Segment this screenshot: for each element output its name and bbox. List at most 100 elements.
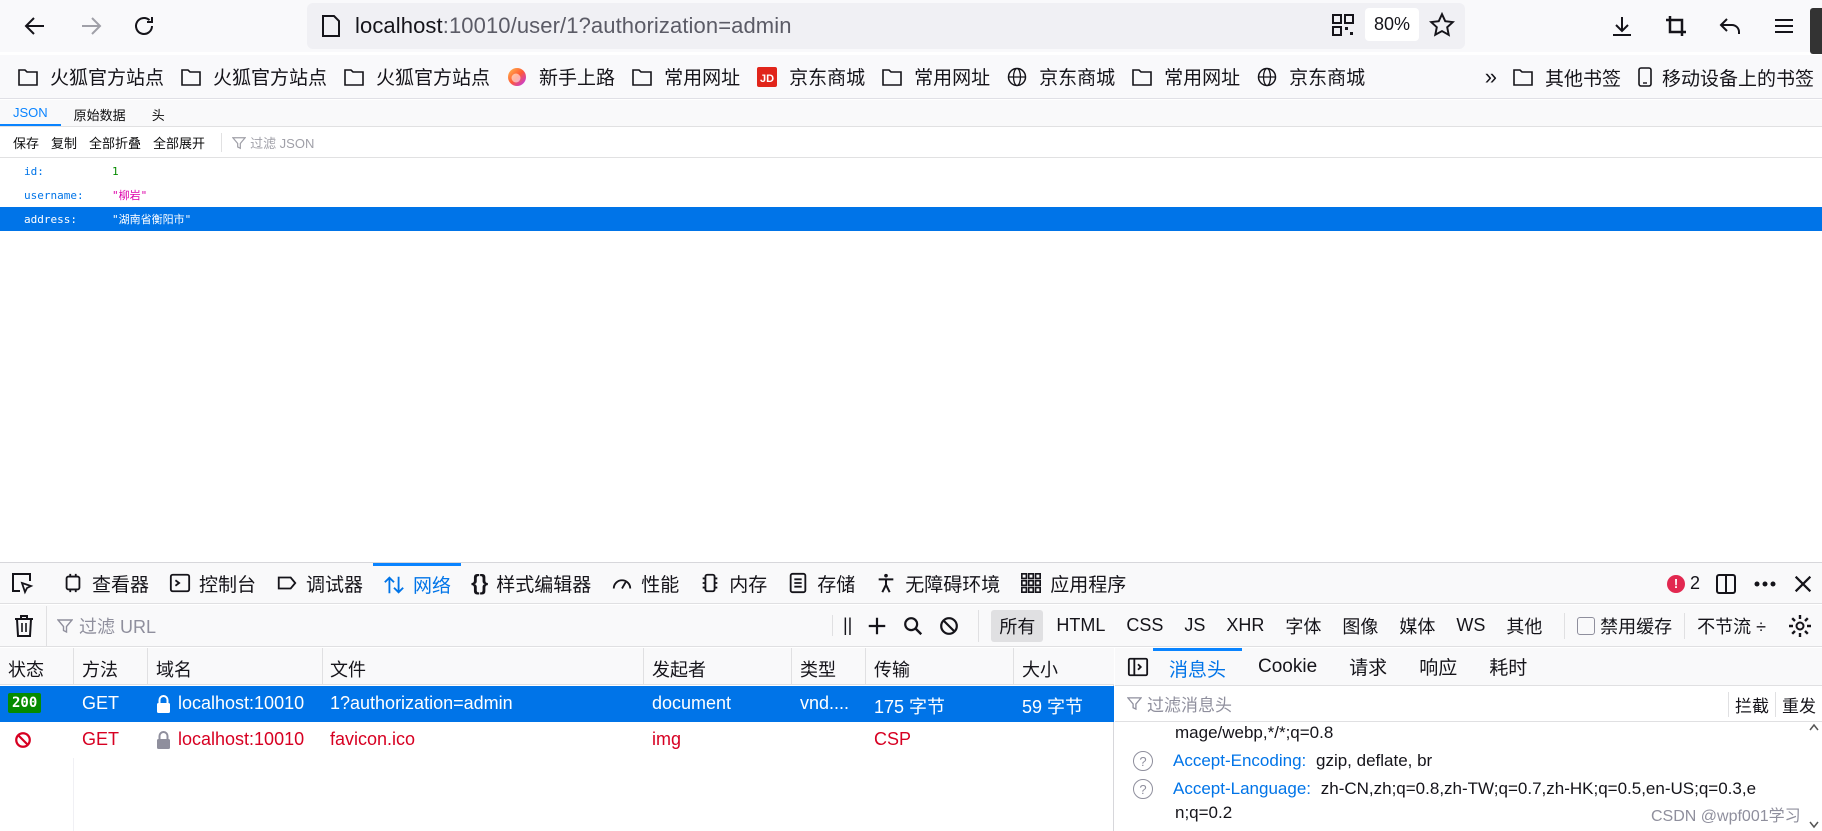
bookmark-item[interactable]: 京东商城 — [1257, 63, 1365, 90]
more-icon[interactable] — [1752, 572, 1778, 596]
toggle-panel-icon[interactable] — [1127, 656, 1149, 678]
element-picker-button[interactable] — [0, 563, 52, 604]
type-filter-button[interactable]: 其他 — [1498, 610, 1550, 642]
json-row-id[interactable]: id: 1 — [0, 159, 1822, 183]
tab-label: 内存 — [729, 574, 768, 596]
type-filter-button[interactable]: XHR — [1218, 612, 1272, 639]
json-row-address[interactable]: address: "湖南省衡阳市" — [0, 207, 1822, 231]
tab-response[interactable]: 响应 — [1403, 648, 1473, 686]
tab-style-editor[interactable]: {} 样式编辑器 — [461, 563, 601, 604]
tab-request[interactable]: 请求 — [1333, 648, 1403, 686]
bookmark-item[interactable]: 新手上路 — [507, 63, 615, 90]
pause-button[interactable]: || — [832, 615, 852, 636]
back-button[interactable] — [13, 4, 57, 48]
filter-icon — [232, 136, 247, 149]
type-filter-button[interactable]: 媒体 — [1391, 610, 1443, 642]
filter-url-input[interactable]: 过滤 URL — [46, 605, 816, 646]
bookmark-item[interactable]: 火狐官方站点 — [18, 63, 164, 90]
other-bookmarks[interactable]: 其他书签 — [1513, 64, 1621, 91]
tab-raw-data[interactable]: 原始数据 — [61, 100, 139, 126]
tab-application[interactable]: 应用程序 — [1010, 563, 1136, 604]
tab-accessibility[interactable]: 无障碍环境 — [865, 563, 1010, 604]
intercept-button[interactable]: 拦截 — [1728, 691, 1775, 717]
forward-button[interactable] — [69, 4, 113, 48]
type-filter-button[interactable]: 所有 — [991, 609, 1044, 642]
type-filter-button[interactable]: 图像 — [1334, 610, 1386, 642]
tab-timings[interactable]: 耗时 — [1473, 648, 1543, 686]
downloads-button[interactable] — [1600, 4, 1644, 48]
plus-icon[interactable] — [866, 615, 888, 637]
trash-icon[interactable] — [14, 614, 34, 638]
header-row[interactable]: Accept-Language: zh-CN,zh;q=0.8,zh-TW;q=… — [1173, 779, 1756, 799]
tab-json[interactable]: JSON — [0, 100, 61, 126]
menu-button[interactable] — [1762, 4, 1806, 48]
error-count-button[interactable]: ! 2 — [1666, 573, 1700, 594]
throttle-select[interactable]: 不节流 ÷ — [1684, 613, 1778, 639]
undo-button[interactable] — [1708, 4, 1752, 48]
table-row[interactable]: 200 GET localhost:10010 1?authorization=… — [0, 686, 1114, 722]
col-transferred[interactable]: 传输 — [874, 656, 910, 682]
tab-network[interactable]: 网络 — [373, 562, 462, 604]
col-type[interactable]: 类型 — [800, 656, 836, 682]
collapse-all-button[interactable]: 全部折叠 — [83, 133, 147, 152]
type-filter-button[interactable]: HTML — [1048, 612, 1113, 639]
disable-cache-checkbox[interactable]: 禁用缓存 — [1564, 613, 1684, 639]
tab-memory[interactable]: 内存 — [689, 563, 777, 604]
scrollbar[interactable] — [1808, 721, 1820, 831]
qr-code-icon[interactable] — [1331, 13, 1355, 37]
bookmark-item[interactable]: 常用网址 — [1132, 63, 1240, 90]
col-domain[interactable]: 域名 — [156, 656, 192, 682]
json-value: "柳岩" — [112, 189, 148, 202]
json-row-username[interactable]: username: "柳岩" — [0, 183, 1822, 207]
bookmark-item[interactable]: 常用网址 — [632, 63, 740, 90]
json-filter-input[interactable]: 过滤 JSON — [221, 133, 314, 152]
settings-gear-icon[interactable] — [1788, 614, 1812, 638]
mobile-bookmarks[interactable]: 移动设备上的书签 — [1638, 64, 1814, 91]
jd-icon: JD — [757, 66, 783, 87]
filter-headers-input[interactable]: 过滤消息头 拦截 重发 — [1115, 686, 1822, 722]
type-filter-button[interactable]: WS — [1448, 612, 1493, 639]
help-icon[interactable]: ? — [1133, 751, 1153, 771]
table-row[interactable]: GET localhost:10010 favicon.ico img CSP — [0, 722, 1114, 758]
type-filter-button[interactable]: CSS — [1118, 612, 1171, 639]
dock-icon[interactable] — [1714, 572, 1738, 596]
bookmark-item[interactable]: 常用网址 — [882, 63, 990, 90]
bookmark-item[interactable]: 火狐官方站点 — [181, 63, 327, 90]
zoom-level-button[interactable]: 80% — [1364, 8, 1419, 41]
help-icon[interactable]: ? — [1133, 779, 1153, 799]
copy-button[interactable]: 复制 — [45, 133, 83, 152]
column-divider — [643, 648, 644, 685]
col-file[interactable]: 文件 — [330, 656, 366, 682]
bookmark-item[interactable]: 火狐官方站点 — [344, 63, 490, 90]
firefox-icon — [507, 67, 533, 87]
expand-all-button[interactable]: 全部展开 — [147, 133, 211, 152]
tab-console[interactable]: 控制台 — [159, 563, 266, 604]
resend-button[interactable]: 重发 — [1775, 691, 1822, 717]
tab-inspector[interactable]: 查看器 — [52, 563, 159, 604]
bookmark-item[interactable]: JD 京东商城 — [757, 63, 865, 90]
bookmark-item[interactable]: 京东商城 — [1007, 63, 1115, 90]
tab-performance[interactable]: 性能 — [601, 563, 689, 604]
screenshot-button[interactable] — [1654, 4, 1698, 48]
col-size[interactable]: 大小 — [1022, 656, 1058, 682]
type-filter-button[interactable]: JS — [1176, 612, 1213, 639]
close-icon[interactable] — [1792, 573, 1814, 595]
header-row[interactable]: Accept-Encoding: gzip, deflate, br — [1173, 751, 1432, 771]
block-icon[interactable] — [938, 615, 960, 637]
tab-storage[interactable]: 存储 — [777, 563, 865, 604]
search-icon[interactable] — [902, 615, 924, 637]
col-method[interactable]: 方法 — [82, 656, 118, 682]
type-filter-button[interactable]: 字体 — [1277, 610, 1329, 642]
reload-button[interactable] — [122, 4, 166, 48]
chevron-more-icon[interactable]: » — [1485, 64, 1497, 90]
url-text[interactable]: localhost:10010/user/1?authorization=adm… — [355, 13, 792, 39]
save-button[interactable]: 保存 — [7, 133, 45, 152]
col-status[interactable]: 状态 — [8, 656, 44, 682]
tab-headers[interactable]: 消息头 — [1153, 647, 1243, 686]
tab-debugger[interactable]: 调试器 — [266, 563, 373, 604]
url-bar[interactable]: localhost:10010/user/1?authorization=adm… — [307, 3, 1465, 49]
tab-cookie[interactable]: Cookie — [1242, 648, 1333, 686]
col-initiator[interactable]: 发起者 — [652, 656, 706, 682]
star-icon[interactable] — [1429, 11, 1455, 38]
tab-headers[interactable]: 头 — [139, 100, 178, 126]
